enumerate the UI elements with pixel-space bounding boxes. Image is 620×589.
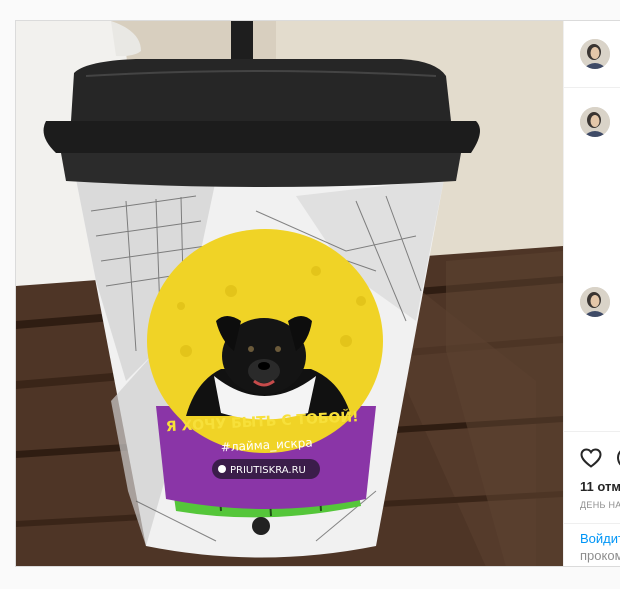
post-header (564, 21, 620, 88)
post-actions: 11 отме ДЕНЬ НАЗ Войдит проком (564, 431, 620, 566)
comment-icon (617, 450, 620, 466)
login-link[interactable]: Войдит (580, 531, 620, 546)
likes-count[interactable]: 11 отме (580, 479, 620, 494)
coffee-cup-photo: Я ХОЧУ БЫТЬ С ТОБОЙ! #лайма_искра PRIUTI… (16, 21, 563, 566)
post-time: ДЕНЬ НАЗ (580, 500, 620, 510)
user-avatar-icon (580, 107, 610, 137)
login-prompt-text: проком (580, 548, 620, 563)
comment-avatar[interactable] (580, 287, 610, 317)
comment-button[interactable] (616, 446, 620, 470)
heart-icon (580, 448, 602, 468)
user-avatar-icon (580, 287, 610, 317)
caption-avatar[interactable] (580, 107, 610, 137)
author-avatar[interactable] (580, 39, 610, 69)
instagram-post: Я ХОЧУ БЫТЬ С ТОБОЙ! #лайма_искра PRIUTI… (15, 20, 620, 567)
cup-url: PRIUTISKRA.RU (230, 465, 306, 476)
like-button[interactable] (579, 446, 603, 470)
post-sidebar: 11 отме ДЕНЬ НАЗ Войдит проком (563, 21, 620, 566)
post-photo[interactable]: Я ХОЧУ БЫТЬ С ТОБОЙ! #лайма_искра PRIUTI… (16, 21, 563, 566)
login-prompt: Войдит проком (564, 523, 620, 566)
user-avatar-icon (580, 39, 610, 69)
